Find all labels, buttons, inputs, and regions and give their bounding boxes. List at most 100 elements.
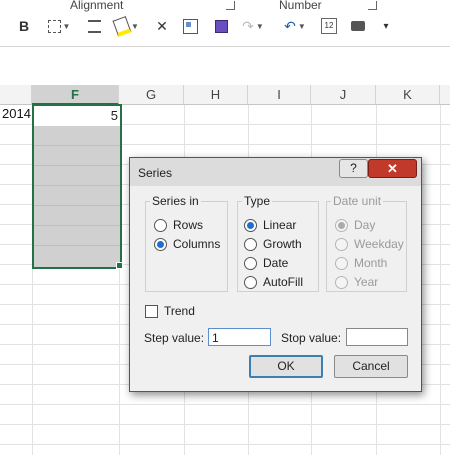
day-option[interactable]: Day [335, 218, 375, 232]
date-radio[interactable] [244, 256, 257, 270]
date-button[interactable]: 12 [318, 14, 340, 38]
range-row-line [34, 165, 120, 166]
autofill-label: AutoFill [263, 275, 304, 289]
close-button[interactable]: ✕ [368, 159, 417, 178]
date-unit-group: Date unit Day Weekday Month Year [326, 194, 407, 292]
customize-toolbar-button[interactable]: ▾ [377, 14, 395, 38]
paint-bucket-icon [112, 15, 132, 37]
series-in-legend: Series in [150, 194, 201, 208]
ok-button[interactable]: OK [249, 355, 323, 378]
range-row-line [34, 145, 120, 146]
autofill-option[interactable]: AutoFill [244, 275, 303, 289]
clear-button[interactable]: ✕ [152, 14, 172, 38]
cell-e-value[interactable]: 2014 [2, 106, 31, 121]
alignment-launcher-icon[interactable] [226, 1, 235, 10]
rows-option[interactable]: Rows [154, 218, 203, 232]
save-button[interactable] [211, 14, 231, 38]
year-radio[interactable] [335, 275, 348, 289]
weekday-option[interactable]: Weekday [335, 237, 404, 251]
column-header-k[interactable]: K [376, 85, 440, 105]
trend-option[interactable]: Trend [145, 304, 195, 318]
stop-value-input[interactable] [346, 328, 408, 346]
chevron-down-icon: ▼ [131, 21, 139, 31]
number-group-label: Number [279, 0, 322, 12]
align-center-icon [87, 19, 101, 33]
rows-label: Rows [173, 218, 204, 232]
grid-line [0, 404, 450, 405]
column-header-i[interactable]: I [248, 85, 311, 105]
grid-line [0, 424, 450, 425]
active-cell[interactable]: 5 [34, 106, 120, 126]
dialog-title-bar[interactable]: Series ? ✕ [130, 158, 421, 186]
date-label: Date [263, 256, 289, 270]
save-icon [214, 19, 228, 33]
chevron-down-icon: ▼ [255, 21, 264, 31]
trend-label: Trend [164, 304, 195, 318]
growth-option[interactable]: Growth [244, 237, 302, 251]
fill-color-button[interactable]: ▼ [112, 14, 142, 38]
linear-option[interactable]: Linear [244, 218, 296, 232]
step-value-label: Step value: [144, 331, 205, 345]
cancel-button[interactable]: Cancel [334, 355, 408, 378]
chevron-down-icon: ▼ [297, 21, 306, 31]
calendar-icon: 12 [321, 18, 337, 34]
columns-radio[interactable] [154, 237, 167, 251]
year-option[interactable]: Year [335, 275, 378, 289]
rows-radio[interactable] [154, 218, 167, 232]
pivot-button[interactable] [180, 14, 200, 38]
year-label: Year [354, 275, 379, 289]
dialog-title: Series [138, 166, 173, 180]
borders-button[interactable]: ▼ [44, 14, 74, 38]
fill-handle[interactable] [116, 262, 123, 269]
ribbon: Alignment Number B ▼ ▼ ✕ ↷ ▼ ↶ ▼ 12 ▾ [0, 0, 450, 47]
day-label: Day [354, 218, 376, 232]
month-option[interactable]: Month [335, 256, 387, 270]
align-button[interactable] [84, 14, 104, 38]
camera-button[interactable] [347, 14, 369, 38]
help-button[interactable]: ? [339, 159, 368, 178]
bold-button[interactable]: B [14, 14, 34, 38]
columns-label: Columns [173, 237, 221, 251]
column-header-prev[interactable] [0, 85, 32, 105]
alignment-group-label: Alignment [70, 0, 124, 12]
date-unit-legend: Date unit [331, 194, 384, 208]
growth-label: Growth [263, 237, 302, 251]
column-header-next[interactable] [440, 85, 450, 105]
grid-line [0, 444, 450, 445]
day-radio[interactable] [335, 218, 348, 232]
type-legend: Type [242, 194, 273, 208]
number-launcher-icon[interactable] [368, 1, 377, 10]
series-in-group: Series in Rows Columns [145, 194, 228, 292]
weekday-label: Weekday [354, 237, 404, 251]
type-group: Type Linear Growth Date AutoFill [237, 194, 319, 292]
trend-checkbox[interactable] [145, 304, 158, 318]
stop-value-label: Stop value: [281, 331, 342, 345]
undo-icon: ↶ [284, 17, 296, 34]
autofill-radio[interactable] [244, 275, 257, 289]
weekday-radio[interactable] [335, 237, 348, 251]
selected-range[interactable]: 5 [32, 104, 122, 269]
linear-radio[interactable] [244, 218, 257, 232]
linear-label: Linear [263, 218, 297, 232]
date-option[interactable]: Date [244, 256, 288, 270]
column-header-g[interactable]: G [119, 85, 184, 105]
chevron-down-icon: ▼ [62, 21, 71, 31]
active-cell-value: 5 [110, 108, 118, 123]
borders-icon [47, 19, 61, 33]
column-header-j[interactable]: J [311, 85, 376, 105]
column-header-f[interactable]: F [32, 85, 119, 105]
month-radio[interactable] [335, 256, 348, 270]
range-row-line [34, 185, 120, 186]
camera-icon [351, 21, 365, 31]
pivot-table-icon [182, 18, 198, 34]
undo-button[interactable]: ↶ ▼ [280, 14, 310, 38]
growth-radio[interactable] [244, 237, 257, 251]
range-row-line [34, 245, 120, 246]
redo-button[interactable]: ↷ ▼ [238, 14, 268, 38]
step-value-input[interactable]: 1 [208, 328, 271, 346]
column-header-h[interactable]: H [184, 85, 248, 105]
series-dialog: Series ? ✕ Series in Rows Columns Type L… [129, 157, 422, 392]
month-label: Month [354, 256, 388, 270]
redo-icon: ↷ [242, 17, 254, 34]
columns-option[interactable]: Columns [154, 237, 220, 251]
